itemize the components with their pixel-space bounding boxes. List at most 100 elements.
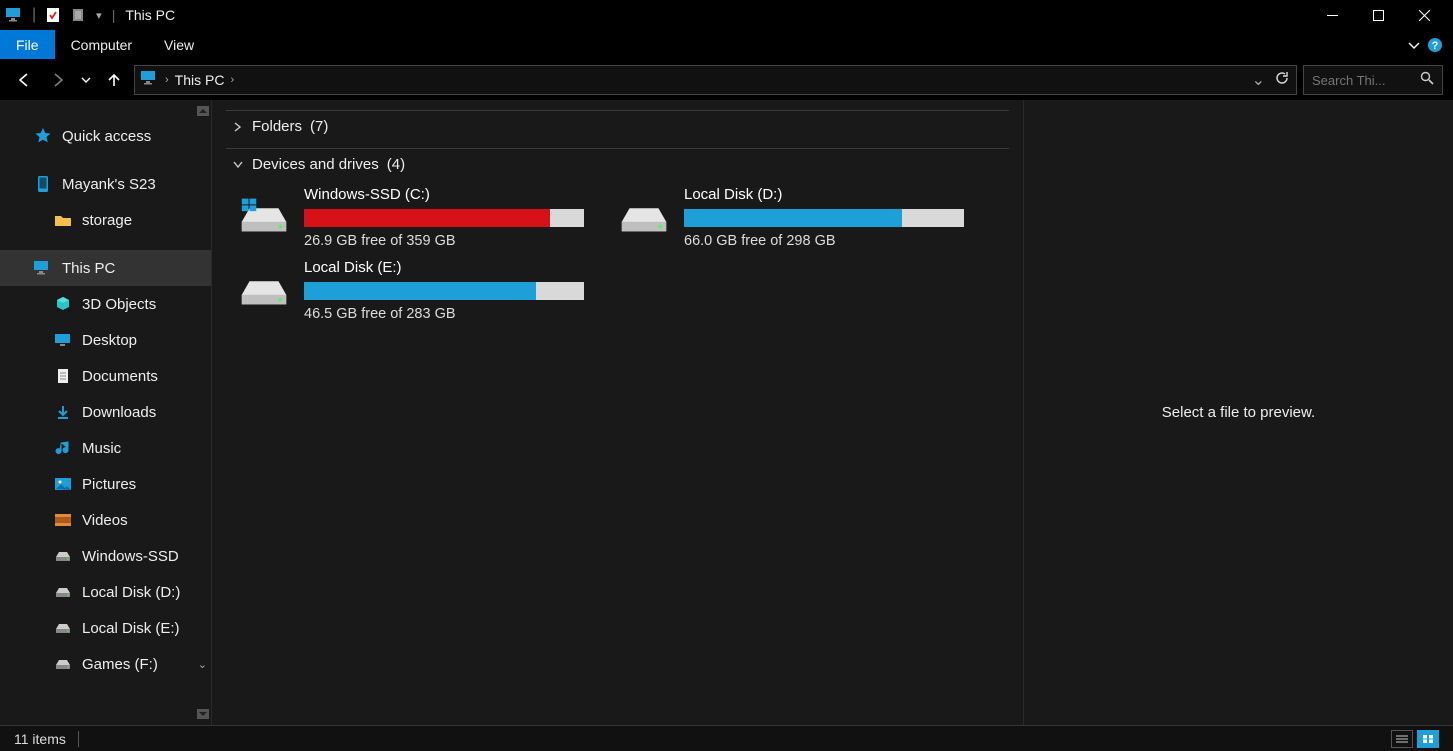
sidebar-item-label: Videos <box>82 512 128 529</box>
up-button[interactable] <box>100 66 128 94</box>
tab-computer[interactable]: Computer <box>55 30 148 59</box>
nav-row: › This PC › ⌄ <box>0 60 1453 100</box>
drive-icon <box>54 583 72 601</box>
drive-icon <box>236 265 292 321</box>
sidebar-item-3d-objects[interactable]: 3D Objects <box>0 286 211 322</box>
chevron-right-icon[interactable]: › <box>165 74 169 86</box>
breadcrumb-this-pc[interactable]: This PC <box>175 72 225 88</box>
sidebar-item-pictures[interactable]: Pictures <box>0 466 211 502</box>
group-folders[interactable]: Folders (7) <box>226 110 1009 142</box>
sidebar-item-label: Local Disk (E:) <box>82 620 180 637</box>
drive-name: Windows-SSD (C:) <box>304 186 596 203</box>
svg-text:?: ? <box>1432 40 1439 52</box>
sidebar-item-label: Pictures <box>82 476 136 493</box>
desktop-icon <box>54 331 72 349</box>
sidebar-item-label: Local Disk (D:) <box>82 584 180 601</box>
content-pane: Folders (7) Devices and drives (4) Windo… <box>212 100 1023 725</box>
nav-tree: Quick access Mayank's S23 storage This PC 3D… <box>0 100 212 725</box>
recent-locations-button[interactable] <box>78 66 94 94</box>
sidebar-item-label: Downloads <box>82 404 156 421</box>
pc-icon <box>34 259 52 277</box>
ribbon-expand-icon[interactable] <box>1407 38 1421 52</box>
search-input[interactable] <box>1312 73 1402 88</box>
chevron-down-icon <box>232 159 244 171</box>
qat-separator: | <box>32 6 36 24</box>
scroll-up-button[interactable] <box>197 106 209 116</box>
view-details-button[interactable] <box>1391 730 1413 748</box>
sidebar-item-local-disk-d-[interactable]: Local Disk (D:) <box>0 574 211 610</box>
sidebar-item-downloads[interactable]: Downloads <box>0 394 211 430</box>
drive-usage-bar <box>684 209 964 227</box>
sidebar-item-videos[interactable]: Videos <box>0 502 211 538</box>
drive-icon <box>54 619 72 637</box>
cube-icon <box>54 295 72 313</box>
drive-name: Local Disk (E:) <box>304 259 596 276</box>
sidebar-item-label: Windows-SSD <box>82 548 179 565</box>
pc-icon <box>6 6 24 24</box>
sidebar-item-local-disk-e-[interactable]: Local Disk (E:) <box>0 610 211 646</box>
phone-icon <box>34 175 52 193</box>
sidebar-item-this-pc[interactable]: This PC <box>0 250 211 286</box>
drive-free-text: 26.9 GB free of 359 GB <box>304 233 596 249</box>
chevron-right-icon <box>232 121 244 133</box>
sidebar-item-label: Mayank's S23 <box>62 176 156 193</box>
status-divider <box>78 731 79 747</box>
sidebar-item-games-f-[interactable]: Games (F:) ⌄ <box>0 646 211 682</box>
sidebar-item-label: Documents <box>82 368 158 385</box>
qat-dropdown-icon[interactable] <box>70 6 88 24</box>
sidebar-item-label: Desktop <box>82 332 137 349</box>
sidebar-item-desktop[interactable]: Desktop <box>0 322 211 358</box>
view-tiles-button[interactable] <box>1417 730 1439 748</box>
chevron-right-icon[interactable]: › <box>230 74 234 86</box>
forward-button[interactable] <box>44 66 72 94</box>
pc-icon <box>141 71 159 90</box>
search-icon[interactable] <box>1420 71 1434 90</box>
folder-icon <box>54 211 72 229</box>
star-icon <box>34 127 52 145</box>
sidebar-item-label: storage <box>82 212 132 229</box>
group-devices-label: Devices and drives <box>252 156 379 173</box>
group-devices[interactable]: Devices and drives (4) <box>226 148 1009 180</box>
sidebar-item-quick-access[interactable]: Quick access <box>0 118 211 154</box>
tab-file[interactable]: File <box>0 30 55 59</box>
drive-item[interactable]: Local Disk (D:) 66.0 GB free of 298 GB <box>616 186 976 249</box>
title-separator: | <box>112 7 116 23</box>
refresh-button[interactable] <box>1275 70 1290 90</box>
help-icon[interactable]: ? <box>1427 37 1443 53</box>
address-dropdown-icon[interactable]: ⌄ <box>1252 70 1265 90</box>
sidebar-item-music[interactable]: Music <box>0 430 211 466</box>
download-icon <box>54 403 72 421</box>
videos-icon <box>54 511 72 529</box>
preview-message: Select a file to preview. <box>1162 404 1315 421</box>
sidebar-item-label: Music <box>82 440 121 457</box>
pictures-icon <box>54 475 72 493</box>
group-devices-count: (4) <box>387 156 405 173</box>
maximize-button[interactable] <box>1355 0 1401 30</box>
scroll-down-button[interactable] <box>197 709 209 719</box>
sidebar-item-storage[interactable]: storage <box>0 202 211 238</box>
properties-icon[interactable] <box>44 6 62 24</box>
drive-item[interactable]: Local Disk (E:) 46.5 GB free of 283 GB <box>236 259 596 322</box>
chevron-down-icon[interactable]: ⌄ <box>198 658 207 671</box>
search-box[interactable] <box>1303 65 1443 95</box>
minimize-button[interactable] <box>1309 0 1355 30</box>
tab-view[interactable]: View <box>148 30 210 59</box>
sidebar-item-documents[interactable]: Documents <box>0 358 211 394</box>
close-button[interactable] <box>1401 0 1447 30</box>
address-bar[interactable]: › This PC › ⌄ <box>134 65 1297 95</box>
sidebar-item-windows-ssd[interactable]: Windows-SSD <box>0 538 211 574</box>
back-button[interactable] <box>10 66 38 94</box>
drive-free-text: 46.5 GB free of 283 GB <box>304 306 596 322</box>
drive-item[interactable]: Windows-SSD (C:) 26.9 GB free of 359 GB <box>236 186 596 249</box>
drive-free-text: 66.0 GB free of 298 GB <box>684 233 976 249</box>
sidebar-item-mayank-s-s23[interactable]: Mayank's S23 <box>0 166 211 202</box>
sidebar-item-label: This PC <box>62 260 115 277</box>
drive-name: Local Disk (D:) <box>684 186 976 203</box>
sidebar-item-label: Games (F:) <box>82 656 158 673</box>
drive-icon <box>616 192 672 248</box>
ribbon: File Computer View ? <box>0 30 1453 60</box>
drive-usage-bar <box>304 282 584 300</box>
group-folders-count: (7) <box>310 118 328 135</box>
window-title: This PC <box>125 7 175 23</box>
qat-chevron-icon[interactable]: ▾ <box>96 9 102 22</box>
